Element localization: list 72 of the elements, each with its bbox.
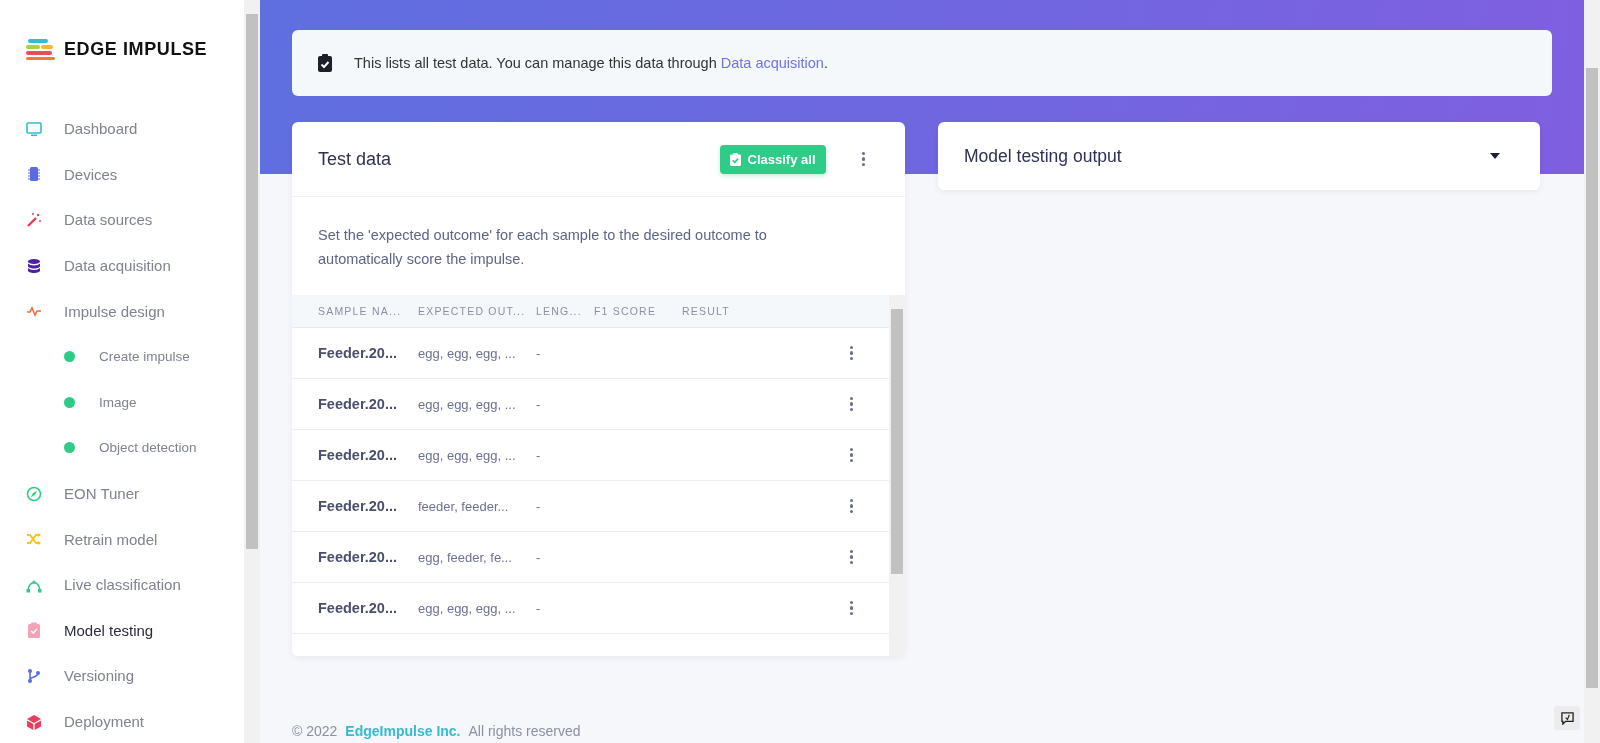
table-cell-text: egg, egg, egg, ... — [418, 396, 517, 412]
table-cell-text: egg, egg, egg, ... — [418, 600, 517, 616]
branch-icon — [26, 667, 42, 684]
shuffle-icon — [26, 531, 42, 548]
sidebar-item[interactable]: Create impulse — [0, 333, 244, 380]
table-cell-text: egg, feeder, fe... — [418, 549, 513, 565]
database-icon — [26, 257, 42, 274]
magic-wand-icon — [26, 212, 42, 228]
table-cell-text: Feeder.20... — [318, 345, 398, 361]
monitor-icon — [26, 120, 42, 137]
column-header[interactable]: F1 SCORE — [594, 305, 682, 317]
logo-icon — [26, 38, 56, 60]
clipboard-check-icon — [26, 622, 42, 639]
model-testing-output-panel[interactable]: Model testing output — [938, 122, 1540, 190]
copyright-text: © 2022 — [292, 723, 338, 739]
description-text: Set the 'expected outcome' for each sample to the desired outcome to automatically score the impulse. — [317, 226, 768, 269]
column-header[interactable]: RESULT — [682, 305, 730, 317]
table-cell-text: feeder, feeder... — [418, 498, 510, 514]
company-link[interactable]: EdgeImpulse Inc. — [345, 723, 461, 739]
table-cell-text: Feeder.20... — [318, 549, 398, 565]
more-options-icon[interactable] — [847, 549, 855, 565]
data-acquisition-link[interactable]: Data acquisition — [720, 55, 824, 71]
more-options-icon[interactable] — [859, 151, 867, 167]
chip-icon — [26, 166, 42, 183]
feedback-button[interactable] — [1554, 706, 1580, 730]
rights-text: All rights reserved — [468, 723, 581, 739]
card-title: Test data — [318, 148, 392, 170]
column-header[interactable]: LENG... — [536, 305, 594, 317]
table-cell-text: - — [536, 600, 542, 616]
sidebar-item[interactable]: Impulse design — [0, 288, 244, 334]
clipboard-check-icon — [729, 152, 741, 166]
sidebar-item[interactable]: Versioning — [0, 653, 244, 699]
sidebar-item[interactable]: Object detection — [0, 425, 244, 471]
card-title: Model testing output — [964, 145, 1122, 167]
sidebar-item[interactable]: Dashboard — [0, 106, 244, 152]
scrollbar[interactable] — [889, 295, 905, 656]
more-options-icon[interactable] — [847, 345, 855, 361]
classify-all-button[interactable]: Classify all — [719, 144, 826, 174]
column-header[interactable]: EXPECTED OUT... — [418, 305, 536, 317]
info-text: This lists all test data. You can manage this data through Data acquisition. — [354, 55, 828, 71]
more-options-icon[interactable] — [847, 600, 855, 616]
table-cell-text: Feeder.20... — [318, 396, 398, 412]
table-cell-text: - — [536, 549, 542, 565]
message-icon — [1560, 711, 1574, 725]
table-cell-text: Feeder.20... — [318, 600, 398, 616]
compass-icon — [26, 485, 42, 502]
sidebar-item[interactable]: Live classification — [0, 561, 244, 608]
table-cell-text: - — [536, 447, 542, 463]
logo-text: EDGE IMPULSE — [64, 38, 208, 60]
column-header[interactable]: SAMPLE NA... — [318, 305, 418, 317]
table-cell-text: - — [536, 396, 542, 412]
cube-icon — [26, 713, 42, 730]
scrollbar[interactable] — [1584, 0, 1600, 743]
more-options-icon[interactable] — [847, 447, 855, 463]
table-cell-text: - — [536, 498, 542, 514]
table-cell-text: Feeder.20... — [318, 447, 398, 463]
more-options-icon[interactable] — [847, 498, 855, 514]
sidebar-item[interactable]: Deployment — [0, 698, 244, 743]
more-options-icon[interactable] — [847, 396, 855, 412]
clipboard-check-icon — [318, 54, 332, 72]
table-cell-text: - — [536, 345, 542, 361]
table-cell-text: egg, egg, egg, ... — [418, 447, 517, 463]
table-cell-text: egg, egg, egg, ... — [418, 345, 517, 361]
table-cell-text: Feeder.20... — [318, 498, 398, 514]
sidebar-item[interactable]: Data sources — [0, 197, 244, 243]
sidebar-item[interactable]: Retrain model — [0, 516, 244, 562]
caret-icon[interactable] — [1490, 153, 1500, 159]
sidebar-item[interactable]: Image — [0, 379, 244, 426]
sidebar-item[interactable]: Devices — [0, 151, 244, 198]
scrollbar[interactable] — [244, 0, 260, 743]
sidebar-item[interactable]: Data acquisition — [0, 242, 244, 289]
sidebar-item[interactable]: EON Tuner — [0, 470, 244, 517]
